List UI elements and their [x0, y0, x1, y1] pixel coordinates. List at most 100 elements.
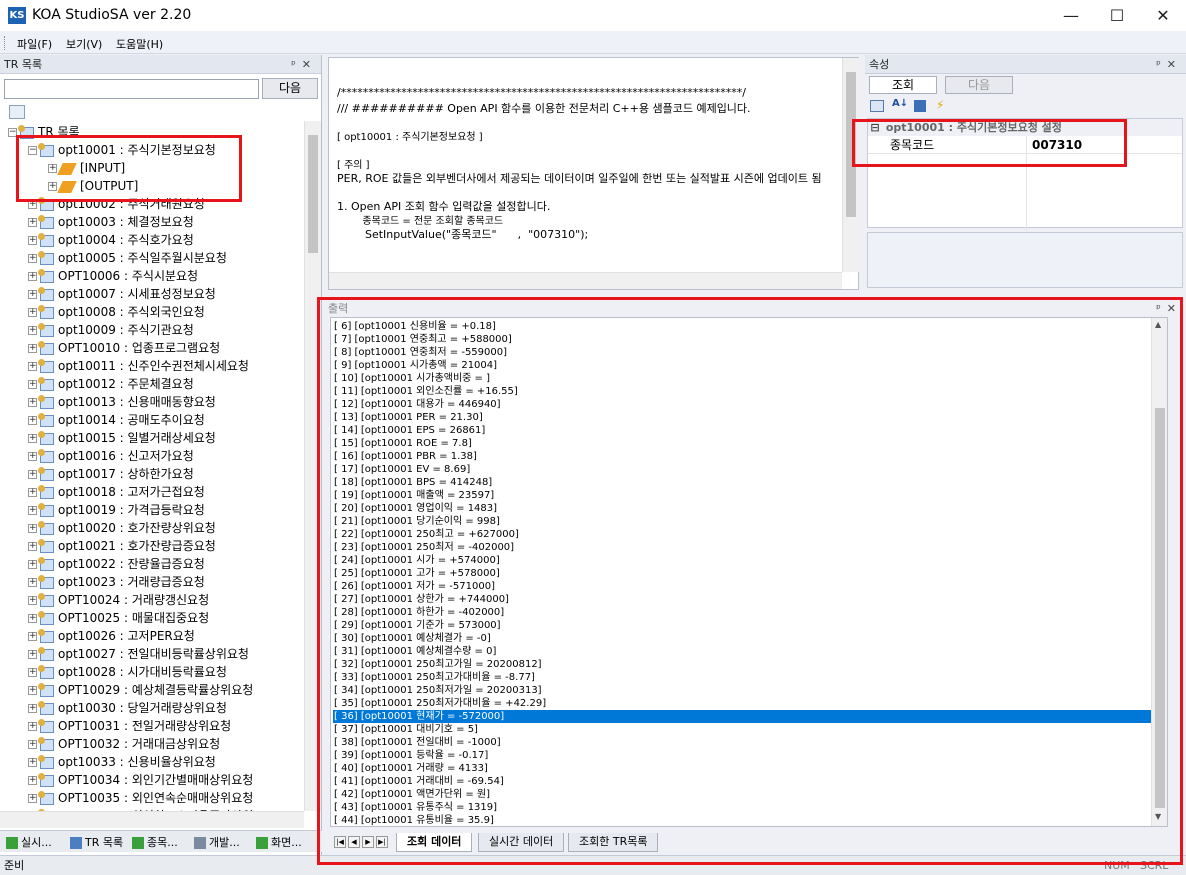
property-pages-icon[interactable] — [914, 100, 926, 112]
output-scrollbar[interactable]: ▲ ▼ — [1151, 318, 1167, 826]
output-line[interactable]: [ 30] [opt10001 예상체결가 = -0] — [333, 632, 1167, 645]
tree-item[interactable]: + opt10007 : 시세표성정보요청 — [28, 285, 216, 303]
scroll-down-icon[interactable]: ▼ — [1155, 812, 1161, 821]
scrollbar-thumb[interactable] — [308, 135, 318, 253]
output-line[interactable]: [ 32] [opt10001 250최고가일 = 20200812] — [333, 658, 1167, 671]
output-line[interactable]: [ 10] [opt10001 시가총액비중 = ] — [333, 372, 1167, 385]
tree-item[interactable]: + opt10013 : 신용매매동향요청 — [28, 393, 216, 411]
output-line[interactable]: [ 23] [opt10001 250최저 = -402000] — [333, 541, 1167, 554]
query-button[interactable]: 조회 — [869, 76, 937, 94]
tree-item[interactable]: + opt10016 : 신고저가요청 — [28, 447, 194, 465]
expand-icon[interactable]: + — [28, 668, 37, 677]
output-line[interactable]: [ 15] [opt10001 ROE = 7.8] — [333, 437, 1167, 450]
tab-stocks[interactable]: 종목... — [132, 834, 178, 850]
nav-prev-icon[interactable]: ◀ — [348, 836, 360, 848]
output-line[interactable]: [ 33] [opt10001 250최고가대비율 = -8.77] — [333, 671, 1167, 684]
close-icon[interactable]: ✕ — [1167, 302, 1182, 315]
expand-icon[interactable]: + — [28, 308, 37, 317]
tree-item[interactable]: + opt10005 : 주식일주월시분요청 — [28, 249, 227, 267]
tab-tr-list[interactable]: TR 목록 — [70, 834, 123, 850]
expand-icon[interactable]: + — [48, 164, 57, 173]
output-line[interactable]: [ 8] [opt10001 연중최저 = -559000] — [333, 346, 1167, 359]
tab-queried-tr-list[interactable]: 조회한 TR목록 — [568, 833, 659, 852]
tree-child-item[interactable]: + [INPUT] — [48, 159, 125, 177]
expand-icon[interactable]: + — [28, 686, 37, 695]
tree-item[interactable]: + opt10012 : 주문체결요청 — [28, 375, 194, 393]
tree-item[interactable]: + OPT10035 : 외인연속순매매상위요청 — [28, 789, 253, 807]
events-icon[interactable]: ⚡ — [936, 98, 944, 112]
tree-item[interactable]: + opt10027 : 전일대비등락률상위요청 — [28, 645, 249, 663]
output-line[interactable]: [ 22] [opt10001 250최고 = +627000] — [333, 528, 1167, 541]
output-line[interactable]: [ 25] [opt10001 고가 = +578000] — [333, 567, 1167, 580]
tr-tree-hscrollbar[interactable] — [0, 811, 304, 828]
close-button[interactable]: ✕ — [1140, 0, 1186, 31]
scroll-up-icon[interactable]: ▲ — [1155, 320, 1161, 329]
tree-item[interactable]: + opt10002 : 주식거래원요청 — [28, 195, 205, 213]
tree-item[interactable]: + OPT10031 : 전일거래량상위요청 — [28, 717, 231, 735]
collapse-icon[interactable]: − — [28, 146, 37, 155]
scrollbar-thumb[interactable] — [1155, 408, 1165, 808]
output-line[interactable]: [ 40] [opt10001 거래량 = 4133] — [333, 762, 1167, 775]
expand-icon[interactable]: + — [28, 434, 37, 443]
expand-icon[interactable]: + — [28, 290, 37, 299]
expand-icon[interactable]: + — [28, 758, 37, 767]
expand-icon[interactable]: + — [28, 380, 37, 389]
output-line[interactable]: [ 11] [opt10001 외인소진률 = +16.55] — [333, 385, 1167, 398]
property-row[interactable]: 종목코드 007310 — [868, 136, 1182, 231]
tree-item[interactable]: + opt10015 : 일별거래상세요청 — [28, 429, 216, 447]
output-list[interactable]: [ 6] [opt10001 신용비율 = +0.18][ 7] [opt100… — [330, 317, 1168, 827]
code-hscrollbar[interactable] — [329, 272, 842, 289]
minimize-button[interactable]: — — [1048, 0, 1094, 31]
tree-item[interactable]: + opt10014 : 공매도추이요청 — [28, 411, 205, 429]
pin-icon[interactable]: ᵖ — [291, 58, 302, 71]
output-line[interactable]: [ 13] [opt10001 PER = 21.30] — [333, 411, 1167, 424]
output-line[interactable]: [ 19] [opt10001 매출액 = 23597] — [333, 489, 1167, 502]
expand-icon[interactable]: + — [28, 218, 37, 227]
tree-item[interactable]: + opt10011 : 신주인수권전체시세요청 — [28, 357, 249, 375]
output-line[interactable]: [ 31] [opt10001 예상체결수량 = 0] — [333, 645, 1167, 658]
tree-item[interactable]: + opt10003 : 체결정보요청 — [28, 213, 194, 231]
output-line[interactable]: [ 39] [opt10001 등락율 = -0.17] — [333, 749, 1167, 762]
tab-screen[interactable]: 화면... — [256, 834, 302, 850]
expand-icon[interactable]: + — [28, 362, 37, 371]
property-value[interactable]: 007310 — [1032, 136, 1082, 154]
expand-icon[interactable]: + — [28, 344, 37, 353]
nav-last-icon[interactable]: ▶| — [376, 836, 388, 848]
expand-icon[interactable]: + — [28, 578, 37, 587]
output-line[interactable]: [ 20] [opt10001 영업이익 = 1483] — [333, 502, 1167, 515]
expand-icon[interactable]: + — [28, 632, 37, 641]
output-line[interactable]: [ 38] [opt10001 전일대비 = -1000] — [333, 736, 1167, 749]
tree-item[interactable]: + opt10008 : 주식외국인요청 — [28, 303, 205, 321]
output-line[interactable]: [ 7] [opt10001 연중최고 = +588000] — [333, 333, 1167, 346]
tree-item[interactable]: + opt10022 : 잔량율급증요청 — [28, 555, 205, 573]
tree-item[interactable]: + OPT10025 : 매물대집중요청 — [28, 609, 209, 627]
tree-item[interactable]: + opt10020 : 호가잔량상위요청 — [28, 519, 216, 537]
pin-icon[interactable]: ᵖ — [1156, 58, 1167, 71]
tab-realtime[interactable]: 실시... — [6, 834, 52, 850]
output-line[interactable]: [ 35] [opt10001 250최저가대비율 = +42.29] — [333, 697, 1167, 710]
pin-icon[interactable]: ᵖ — [1156, 302, 1167, 315]
close-icon[interactable]: ✕ — [302, 58, 317, 71]
close-icon[interactable]: ✕ — [1167, 58, 1182, 71]
output-line[interactable]: [ 18] [opt10001 BPS = 414248] — [333, 476, 1167, 489]
nav-first-icon[interactable]: |◀ — [334, 836, 346, 848]
tree-item[interactable]: + OPT10010 : 업종프로그램요청 — [28, 339, 220, 357]
collapse-icon[interactable]: − — [8, 128, 17, 137]
expand-icon[interactable]: + — [28, 416, 37, 425]
output-line[interactable]: [ 29] [opt10001 기준가 = 573000] — [333, 619, 1167, 632]
expand-icon[interactable]: + — [28, 650, 37, 659]
output-line[interactable]: [ 17] [opt10001 EV = 8.69] — [333, 463, 1167, 476]
output-line[interactable]: [ 12] [opt10001 대용가 = 446940] — [333, 398, 1167, 411]
output-line[interactable]: [ 36] [opt10001 현재가 = -572000] — [333, 710, 1167, 723]
expand-icon[interactable]: + — [28, 272, 37, 281]
tr-search-input[interactable] — [4, 79, 259, 99]
tr-tree-scrollbar[interactable] — [304, 121, 321, 811]
tree-item[interactable]: + opt10030 : 당일거래량상위요청 — [28, 699, 227, 717]
expand-icon[interactable]: + — [28, 614, 37, 623]
menu-view[interactable]: 보기(V) — [66, 36, 102, 52]
tree-item[interactable]: + OPT10034 : 외인기간별매매상위요청 — [28, 771, 253, 789]
tree-item[interactable]: + opt10004 : 주식호가요청 — [28, 231, 194, 249]
sort-icon[interactable] — [9, 105, 25, 119]
code-scrollbar[interactable] — [842, 58, 859, 272]
tree-item[interactable]: + opt10033 : 신용비율상위요청 — [28, 753, 216, 771]
